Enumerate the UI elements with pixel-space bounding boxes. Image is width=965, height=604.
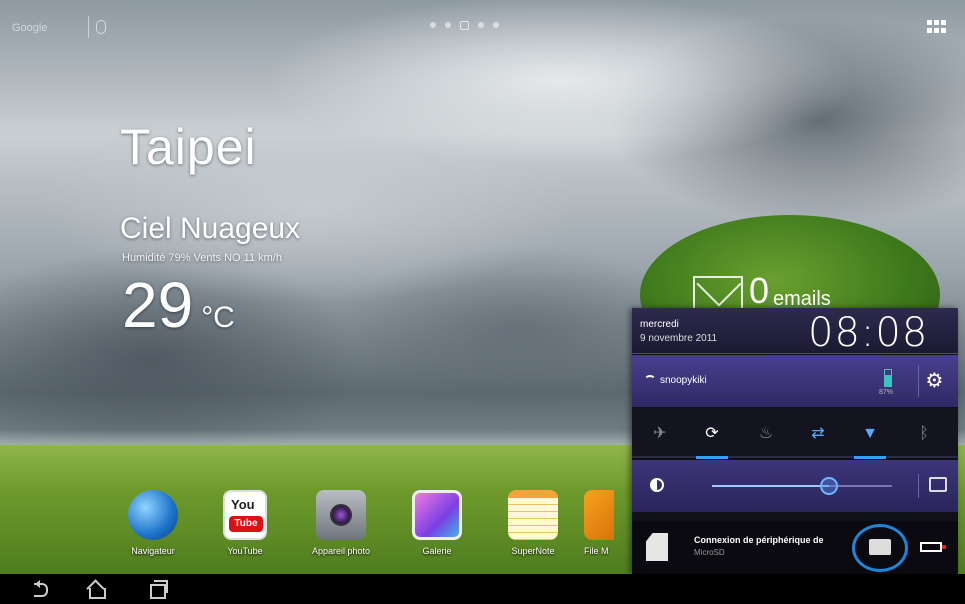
notification-panel: mercredi 9 novembre 2011 08:08 snoopykik… — [632, 308, 958, 574]
navigation-bar — [0, 574, 965, 604]
power-saving-toggle[interactable]: ♨ — [742, 414, 790, 454]
weather-widget[interactable]: Taipei Ciel Nuageux Humidité 79% Vents N… — [120, 118, 300, 341]
app-file-manager[interactable]: File M — [584, 490, 632, 556]
app-label: Navigateur — [131, 546, 175, 556]
brightness-fill — [712, 485, 829, 487]
airplane-mode-toggle[interactable]: ✈ — [636, 414, 684, 454]
app-youtube[interactable]: You Tube YouTube — [202, 490, 288, 556]
page-dot[interactable] — [493, 22, 499, 28]
settings-gear-icon[interactable]: ⚙ — [918, 365, 950, 397]
page-dot[interactable] — [430, 22, 436, 28]
weather-city: Taipei — [120, 119, 257, 175]
usb-notification[interactable]: Connexion de périphérique de MicroSD — [632, 521, 958, 574]
wifi-toggle[interactable]: ▼ — [846, 414, 894, 459]
brightness-icon[interactable] — [650, 478, 664, 492]
youtube-logo-tube: Tube — [229, 516, 263, 532]
app-camera[interactable]: Appareil photo — [298, 490, 384, 556]
app-dock: Navigateur You Tube YouTube Appareil pho… — [110, 490, 670, 562]
temperature-value: 29 — [122, 269, 194, 341]
camera-icon — [316, 490, 366, 540]
app-label: Appareil photo — [311, 546, 371, 556]
page-indicator — [430, 21, 499, 30]
brightness-slider[interactable] — [712, 477, 892, 495]
temperature-unit: °C — [201, 301, 235, 334]
usb-notification-title: Connexion de périphérique de — [694, 535, 824, 545]
page-dot[interactable] — [478, 22, 484, 28]
email-count: 0 — [749, 270, 770, 311]
display-settings-icon[interactable] — [918, 474, 952, 498]
panel-day: mercredi — [640, 319, 679, 330]
page-dot[interactable] — [445, 22, 451, 28]
youtube-logo-you: You — [231, 497, 255, 512]
camera-lens — [330, 504, 352, 526]
app-supernote[interactable]: SuperNote — [490, 490, 576, 556]
panel-header: mercredi 9 novembre 2011 08:08 — [632, 308, 958, 356]
youtube-icon: You Tube — [223, 490, 267, 540]
home-button[interactable] — [82, 579, 110, 599]
all-apps-icon[interactable] — [927, 20, 947, 34]
globe-icon — [128, 490, 178, 540]
page-dot-home[interactable] — [460, 21, 469, 30]
battery-level: 87% — [879, 389, 894, 396]
battery-icon — [884, 369, 892, 387]
wifi-icon — [644, 375, 656, 385]
gallery-icon — [412, 490, 462, 540]
microphone-icon[interactable] — [96, 20, 106, 34]
panel-date: 9 novembre 2011 — [640, 333, 718, 344]
envelope-icon — [693, 276, 743, 310]
home-screen: Google Taipei Ciel Nuageux Humidité 79% … — [0, 0, 965, 604]
brightness-thumb[interactable] — [820, 477, 838, 495]
google-search-label[interactable]: Google — [12, 22, 47, 34]
app-browser[interactable]: Navigateur — [110, 490, 196, 556]
notepad-icon — [508, 490, 558, 540]
recent-apps-button[interactable] — [142, 579, 170, 599]
app-gallery[interactable]: Galerie — [394, 490, 480, 556]
usb-notification-subtitle: MicroSD — [694, 548, 725, 557]
wifi-network-name: snoopykiki — [660, 375, 707, 386]
highlight-circle — [852, 524, 908, 572]
usb-status-icon — [920, 542, 946, 552]
panel-clock: 08:08 — [808, 310, 929, 356]
app-label: Galerie — [422, 546, 452, 556]
folder-app-icon — [584, 490, 614, 540]
sd-card-icon — [646, 533, 668, 561]
brightness-row — [632, 460, 958, 512]
app-label: File M — [584, 546, 609, 556]
auto-rotate-toggle[interactable]: ⟳ — [688, 414, 736, 459]
back-button[interactable] — [28, 579, 56, 599]
sync-toggle[interactable]: ⇄ — [794, 414, 842, 454]
app-label: SuperNote — [511, 546, 555, 556]
app-label: YouTube — [227, 546, 263, 556]
quick-toggles: ✈ ⟳ ♨ ⇄ ▼ ᛒ — [632, 408, 958, 459]
weather-details: Humidité 79% Vents NO 11 km/h — [122, 252, 282, 264]
search-divider — [88, 16, 89, 38]
status-bar: Google — [0, 0, 965, 48]
wifi-status-row[interactable]: snoopykiki 87% ⚙ — [632, 355, 958, 407]
weather-condition: Ciel Nuageux — [120, 212, 301, 245]
bluetooth-toggle[interactable]: ᛒ — [900, 414, 948, 454]
weather-temperature: 29 °C — [122, 268, 235, 342]
